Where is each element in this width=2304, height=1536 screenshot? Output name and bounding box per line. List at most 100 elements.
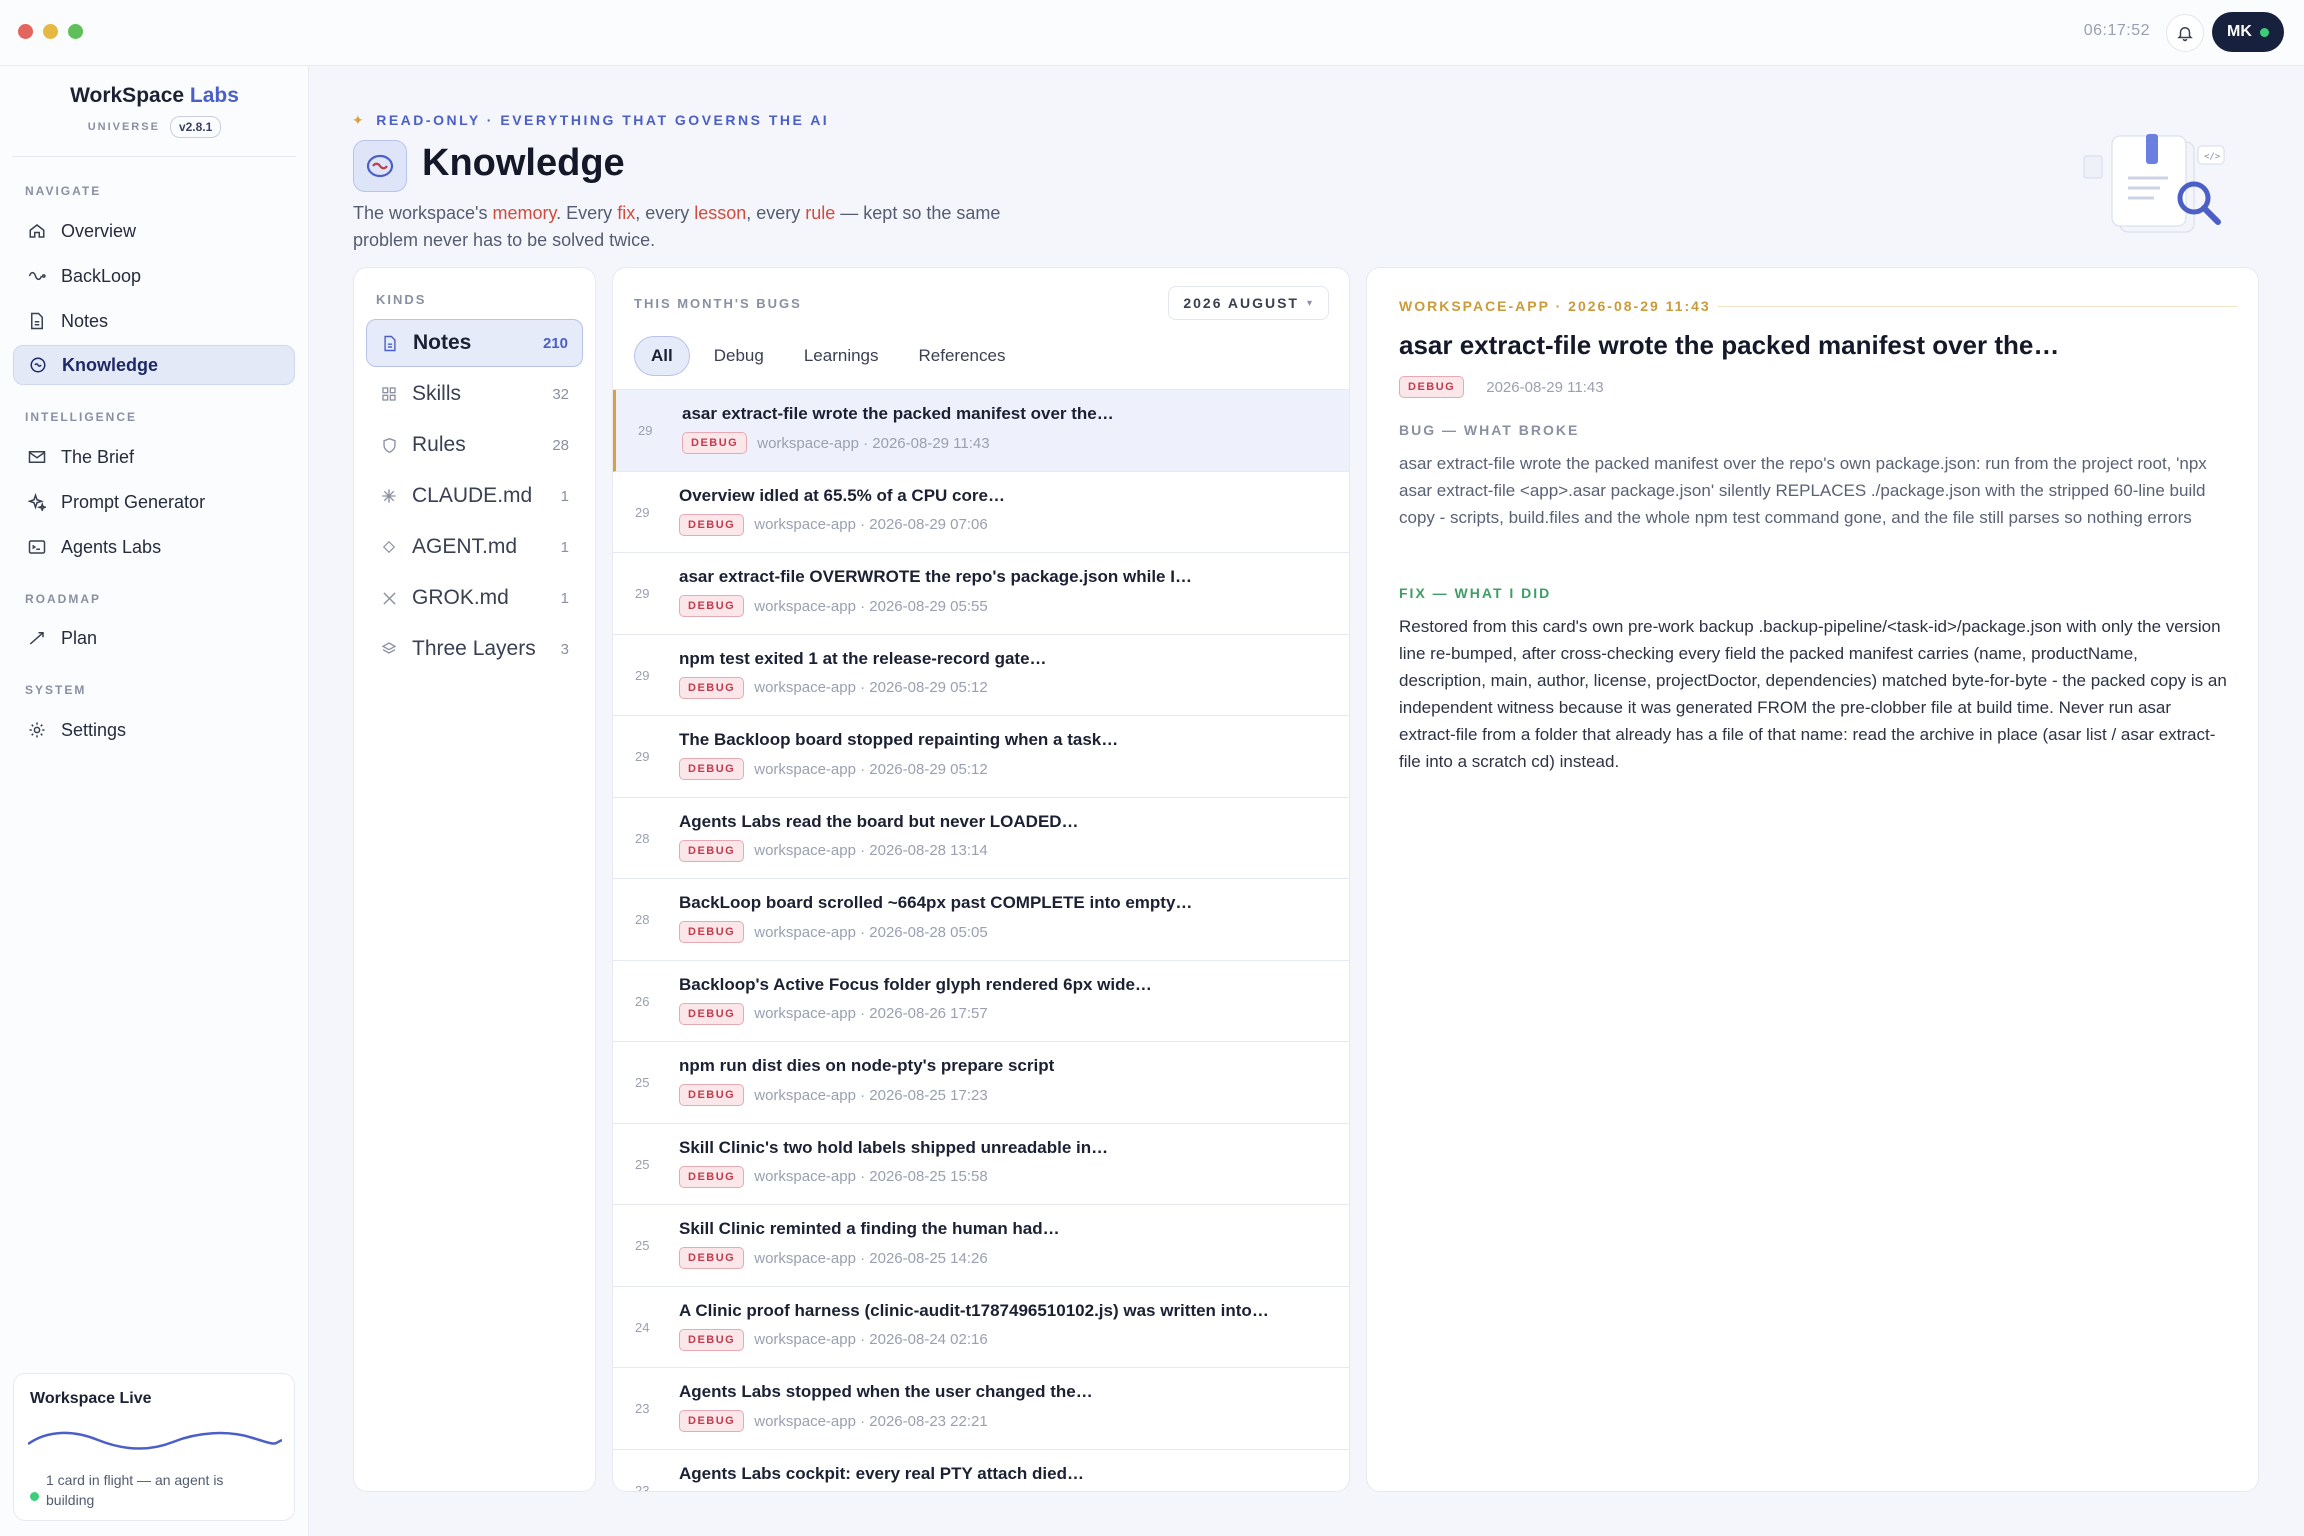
bug-row[interactable]: 25 Skill Clinic's two hold labels shipped… [613,1124,1349,1205]
bug-row[interactable]: 29 Overview idled at 65.5% of a CPU core…… [613,472,1349,553]
sidebar-item-prompt-generator[interactable]: Prompt Generator [13,482,295,522]
kind-label: Three Layers [412,637,536,660]
row-source: workspace-app · 2026-08-28 13:14 [754,842,988,859]
month-selector[interactable]: 2026 AUGUST ▾ [1168,286,1329,320]
detail-meta: DEBUG 2026-08-29 11:43 [1399,376,1604,398]
workspace-live-status: 1 card in flight — an agent is building [46,1472,224,1508]
debug-badge: DEBUG [682,432,748,454]
kind-item-rules[interactable]: Rules 28 [366,421,583,469]
page-eyebrow-text: READ-ONLY · EVERYTHING THAT GOVERNS THE … [376,112,830,128]
sparkle-icon [27,492,47,512]
sidebar-item-agents-labs[interactable]: Agents Labs [13,527,295,567]
workspace-live-card[interactable]: Workspace Live 1 card in flight — an age… [13,1373,295,1521]
sidebar-item-settings[interactable]: Settings [13,710,295,750]
row-source: workspace-app · 2026-08-29 07:06 [754,516,988,533]
sidebar-item-brief[interactable]: The Brief [13,437,295,477]
desc-highlight-lesson: lesson [694,203,747,223]
row-source: workspace-app · 2026-08-25 14:26 [754,1249,988,1267]
filter-references[interactable]: References [903,336,1022,376]
bug-row[interactable]: 23 Agents Labs cockpit: every real PTY at… [613,1450,1349,1493]
row-day: 25 [635,1156,650,1172]
bug-row[interactable]: 29 npm test exited 1 at the release-recor… [613,635,1349,716]
desc-highlight-memory: memory [492,203,557,223]
document-icon [27,311,47,331]
filter-learnings[interactable]: Learnings [788,336,895,376]
sidebar-item-knowledge[interactable]: Knowledge [13,345,295,385]
detail-panel: WORKSPACE-APP · 2026-08-29 11:43 asar ex… [1366,267,2259,1492]
kind-label: GROK.md [412,586,509,609]
row-source: workspace-app · 2026-08-28 05:05 [754,923,988,941]
minimize-window-button[interactable] [43,24,58,39]
row-title: Agents Labs stopped when the user change… [679,1382,1093,1401]
row-day: 29 [635,749,650,764]
bug-row[interactable]: 24 A Clinic proof harness (clinic-audit-t… [613,1287,1349,1368]
sidebar-item-label: The Brief [61,446,135,467]
kind-item-skills[interactable]: Skills 32 [366,370,583,418]
detail-title: asar extract-file wrote the packed manif… [1399,330,2060,360]
filter-debug[interactable]: Debug [698,336,780,376]
kind-item-notes[interactable]: Notes 210 [366,319,583,367]
sidebar-item-plan[interactable]: Plan [13,618,295,658]
title-bar: 06:17:52 MK [0,0,2304,66]
close-window-button[interactable] [18,24,33,39]
kind-count: 28 [552,436,569,454]
bug-row[interactable]: 29 asar extract-file wrote the packed man… [613,390,1349,472]
filter-all[interactable]: All [634,336,690,376]
bug-row[interactable]: 28 Agents Labs read the board but never L… [613,798,1349,879]
sidebar-item-notes[interactable]: Notes [13,301,295,341]
kind-count: 3 [560,640,569,658]
kind-label: Notes [413,331,472,354]
debug-badge: DEBUG [679,1084,745,1106]
row-title: Skill Clinic's two hold labels shipped u… [679,1137,1109,1157]
row-title: asar extract-file OVERWROTE the repo's p… [679,567,1192,586]
kind-item-claude-md[interactable]: CLAUDE.md 1 [366,472,583,520]
kind-item-agent-md[interactable]: AGENT.md 1 [366,523,583,571]
bug-row[interactable]: 29 The Backloop board stopped repainting … [613,716,1349,798]
bug-row[interactable]: 23 Agents Labs stopped when the user chan… [613,1368,1349,1450]
chevron-down-icon: ▾ [1306,297,1314,309]
bug-row[interactable]: 25 Skill Clinic reminted a finding the hu… [613,1205,1349,1287]
page-description: The workspace's memory. Every fix, every… [353,200,1033,254]
activity-wave [28,1431,282,1450]
row-meta: DEBUG workspace-app · 2026-08-25 17:23 [679,1084,988,1106]
row-source: workspace-app · 2026-08-24 02:16 [754,1331,988,1348]
row-meta: DEBUG workspace-app · 2026-08-29 05:55 [679,595,988,617]
maximize-window-button[interactable] [68,24,83,39]
row-source: workspace-app · 2026-08-29 05:12 [754,760,988,778]
debug-badge: DEBUG [679,513,745,536]
kind-count: 1 [560,589,569,607]
notifications-button[interactable] [2166,14,2204,52]
bug-row[interactable]: 28 BackLoop board scrolled ~664px past CO… [613,879,1349,961]
bug-section-text: asar extract-file wrote the packed manif… [1399,454,2207,527]
kind-label: Rules [412,433,466,456]
kind-item-three-layers[interactable]: Three Layers 3 [366,625,583,673]
debug-badge: DEBUG [1399,376,1465,398]
user-avatar[interactable]: MK [2212,12,2284,52]
sidebar-item-overview[interactable]: Overview [13,211,295,251]
bug-row[interactable]: 29 asar extract-file OVERWROTE the repo's… [613,553,1349,635]
list-label: THIS MONTH'S BUGS [634,296,802,311]
x-icon [380,591,398,606]
row-day: 25 [635,1238,650,1253]
bug-row[interactable]: 26 Backloop's Active Focus folder glyph r… [613,961,1349,1042]
desc-highlight-rule: rule [805,203,836,223]
kind-item-grok-md[interactable]: GROK.md 1 [366,574,583,622]
kind-count: 1 [560,538,569,556]
row-title: A Clinic proof harness (clinic-audit-t17… [679,1300,1269,1320]
debug-badge: DEBUG [679,1492,744,1493]
desc-part: The workspace's [353,203,493,223]
row-title: The Backloop board stopped repainting wh… [679,730,1119,749]
bug-row[interactable]: 25 npm run dist dies on node-pty's prepar… [613,1042,1349,1124]
sidebar-item-backloop[interactable]: BackLoop [13,256,295,296]
row-day: 29 [635,504,650,520]
diamond-icon [380,540,398,554]
row-meta: DEBUG workspace-app · 2026-08-23 22:21 [679,1410,988,1432]
debug-badge: DEBUG [679,839,745,862]
trend-icon [27,628,47,648]
workspace-live-title: Workspace Live [30,1390,152,1407]
filter-tabs: All Debug Learnings References [634,336,1021,376]
row-day: 23 [635,1401,650,1416]
row-title: npm test exited 1 at the release-record … [679,648,1047,668]
row-day: 28 [635,830,650,846]
desc-highlight-fix: fix [617,203,636,223]
